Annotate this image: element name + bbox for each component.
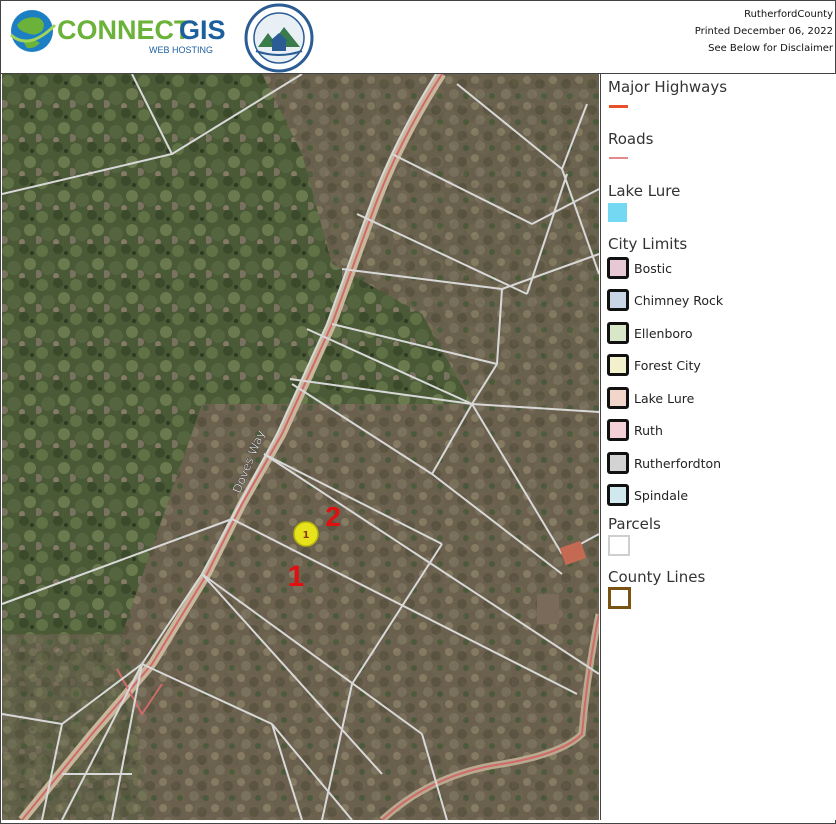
legend-parcels-swatch — [608, 535, 630, 556]
location-marker[interactable]: 1 — [293, 521, 319, 547]
annotation-2: 2 — [325, 501, 341, 532]
legend-city-item: Spindale — [634, 488, 689, 503]
legend-city-item: Lake Lure — [634, 391, 695, 406]
legend-city-swatch — [607, 322, 629, 344]
legend-lake-lure-swatch — [608, 203, 627, 222]
legend-city-swatch — [607, 289, 629, 311]
legend-roads-swatch — [609, 157, 628, 159]
print-county: RutherfordCounty — [744, 9, 833, 20]
legend-city-item: Ellenboro — [634, 326, 693, 341]
legend-roads-label: Roads — [608, 130, 654, 148]
legend-city-swatch — [607, 419, 629, 441]
legend-city-swatch — [607, 452, 629, 474]
legend-county-lines-swatch — [608, 587, 631, 609]
legend-county-lines-label: County Lines — [608, 568, 706, 586]
legend-city-item: Rutherfordton — [634, 456, 722, 471]
legend-lake-lure-label: Lake Lure — [608, 182, 681, 200]
legend-city-limits-label: City Limits — [608, 235, 688, 253]
logo-brand-accent: GIS — [179, 15, 226, 45]
map-legend: Major Highways Roads Lake Lure City Limi… — [600, 74, 836, 820]
legend-major-highways-swatch — [609, 105, 628, 108]
legend-city-swatch — [607, 354, 629, 376]
legend-city-item: Chimney Rock — [634, 293, 724, 308]
county-seal-icon — [244, 3, 314, 73]
legend-city-item: Ruth — [634, 423, 663, 438]
marker-label: 1 — [303, 530, 310, 541]
legend-parcels-label: Parcels — [608, 515, 661, 533]
logo-tagline: WEB HOSTING — [149, 45, 213, 55]
aerial-map[interactable]: Doves Way 1 2 1 — [2, 74, 599, 820]
connectgis-logo: CONNECT GIS WEB HOSTING — [10, 10, 226, 55]
legend-city-swatch — [607, 484, 629, 506]
print-disclaimer-note: See Below for Disclaimer — [708, 43, 833, 54]
legend-city-item: Bostic — [634, 261, 672, 276]
print-date: Printed December 06, 2022 — [694, 26, 833, 37]
map-view[interactable]: Doves Way 1 2 1 — [2, 74, 599, 820]
legend-major-highways-label: Major Highways — [608, 78, 728, 96]
header: CONNECT GIS WEB HOSTING RutherfordCounty… — [1, 1, 835, 74]
print-info: RutherfordCounty Printed December 06, 20… — [695, 6, 833, 57]
legend-city-swatch — [607, 387, 629, 409]
legend-city-swatch — [607, 257, 629, 279]
annotation-1: 1 — [288, 560, 305, 593]
logo-brand-main: CONNECT — [57, 15, 191, 45]
building-roof — [537, 594, 559, 624]
legend-city-item: Forest City — [634, 358, 701, 373]
